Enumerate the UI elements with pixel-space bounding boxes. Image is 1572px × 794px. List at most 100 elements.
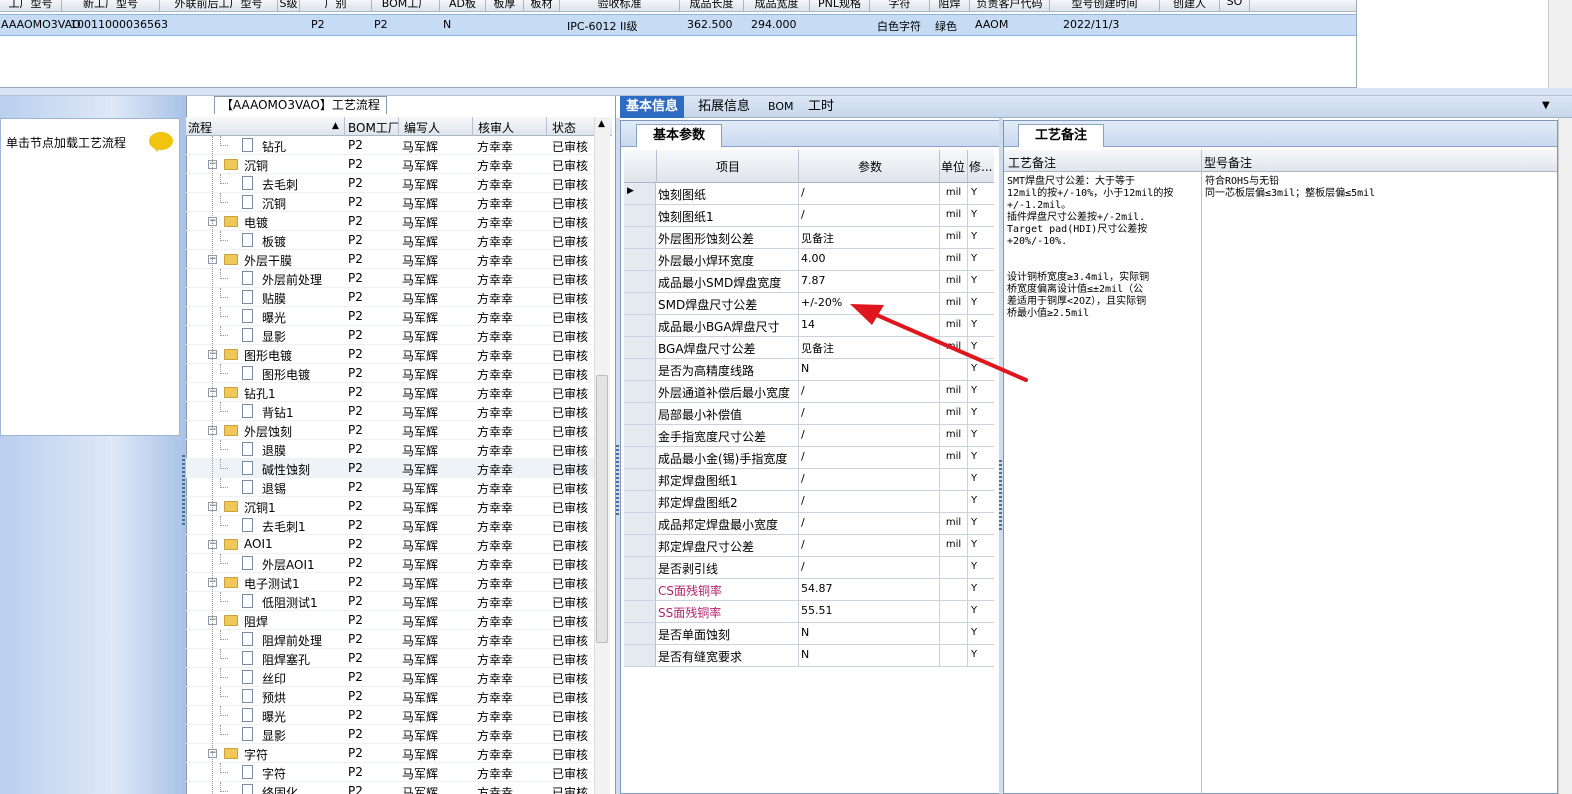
tab-basic-info[interactable]: 基本信息 <box>620 96 685 118</box>
tree-row[interactable]: 字符 P2 马军辉 方幸幸 已审核 <box>186 763 594 782</box>
param-row[interactable]: BGA焊盘尺寸公差 见备注 mil Y <box>624 337 994 359</box>
top-grid-column-header[interactable]: 新工厂型号 <box>62 0 160 11</box>
param-value-field[interactable]: / <box>798 183 939 204</box>
top-grid-column-header[interactable]: 验收标准 <box>560 0 680 11</box>
col-author[interactable]: 编写人 <box>404 119 440 136</box>
tree-row[interactable]: 外层AOI1 P2 马军辉 方幸幸 已审核 <box>186 554 594 573</box>
tree-row[interactable]: − 钻孔1 P2 马军辉 方幸幸 已审核 <box>186 383 594 402</box>
param-value-field[interactable]: / <box>798 403 939 424</box>
top-grid-column-header[interactable]: S级 <box>278 0 300 11</box>
tree-row[interactable]: 曝光 P2 马军辉 方幸幸 已审核 <box>186 706 594 725</box>
tree-row[interactable]: 碱性蚀刻 P2 马军辉 方幸幸 已审核 <box>186 459 594 478</box>
param-row[interactable]: 成品最小SMD焊盘宽度 7.87 mil Y <box>624 271 994 293</box>
param-row[interactable]: 是否单面蚀刻 N Y <box>624 623 994 645</box>
top-grid-column-header[interactable]: 创建人 <box>1160 0 1220 11</box>
tab-bom[interactable]: BOM <box>762 96 800 118</box>
tab-work-hours[interactable]: 工时 <box>802 96 840 118</box>
top-grid-column-header[interactable]: 阻焊 <box>930 0 970 11</box>
horizontal-splitter[interactable] <box>0 88 1572 96</box>
tree-row[interactable]: 阻焊前处理 P2 马军辉 方幸幸 已审核 <box>186 630 594 649</box>
param-row[interactable]: 邦定焊盘尺寸公差 / mil Y <box>624 535 994 557</box>
splitter-grip-icon[interactable] <box>999 460 1002 530</box>
param-row[interactable]: 外层图形蚀刻公差 见备注 mil Y <box>624 227 994 249</box>
param-value-field[interactable]: 见备注 <box>798 227 939 248</box>
tree-row[interactable]: 板镀 P2 马军辉 方幸幸 已审核 <box>186 231 594 250</box>
tree-row[interactable]: − 外层蚀刻 P2 马军辉 方幸幸 已审核 <box>186 421 594 440</box>
param-row[interactable]: 是否剥引线 / Y <box>624 557 994 579</box>
param-value-field[interactable]: 见备注 <box>798 337 939 358</box>
top-grid-column-header[interactable]: 板厚 <box>486 0 524 11</box>
splitter-grip-icon[interactable] <box>616 445 619 515</box>
tree-scroll-thumb[interactable] <box>596 375 608 643</box>
tree-row[interactable]: 显影 P2 马军辉 方幸幸 已审核 <box>186 725 594 744</box>
param-value-field[interactable]: / <box>798 205 939 226</box>
model-note-text[interactable]: 符合ROHS与无铅 同一芯板层偏≤3mil；整板层偏≤5mil <box>1205 176 1550 200</box>
param-row[interactable]: 外层通道补偿后最小宽度 / mil Y <box>624 381 994 403</box>
tree-row[interactable]: 去毛刺1 P2 马军辉 方幸幸 已审核 <box>186 516 594 535</box>
param-row[interactable]: 蚀刻图纸1 /mil Y <box>624 205 994 227</box>
tree-row[interactable]: 阻焊塞孔 P2 马军辉 方幸幸 已审核 <box>186 649 594 668</box>
right-scrollbar[interactable] <box>1558 118 1572 794</box>
param-row[interactable]: 成品最小BGA焊盘尺寸 14 mil Y <box>624 315 994 337</box>
top-grid-column-header[interactable]: 工厂型号 <box>0 0 62 11</box>
param-value-field[interactable]: 4.00 <box>798 249 939 270</box>
top-scrollbar[interactable] <box>1548 0 1572 88</box>
param-value-field[interactable]: 7.87 <box>798 271 939 292</box>
chevron-down-icon[interactable]: ▼ <box>1542 100 1550 111</box>
param-row[interactable]: 邦定焊盘图纸1 / Y <box>624 469 994 491</box>
top-grid-column-header[interactable]: SO <box>1220 0 1250 11</box>
top-grid-column-header[interactable]: 外联前后工厂型号 <box>160 0 278 11</box>
param-row[interactable]: SS面残铜率 55.51 Y <box>624 601 994 623</box>
col-unit[interactable]: 单位 <box>941 158 965 175</box>
top-grid-column-header[interactable]: AD板 <box>440 0 486 11</box>
tree-row[interactable]: 丝印 P2 马军辉 方幸幸 已审核 <box>186 668 594 687</box>
param-row[interactable]: 局部最小补偿值 / mil Y <box>624 403 994 425</box>
param-row[interactable]: CS面残铜率 54.87 Y <box>624 579 994 601</box>
tree-row[interactable]: 背钻1 P2 马军辉 方幸幸 已审核 <box>186 402 594 421</box>
top-grid-column-header[interactable]: 负责客户代码 <box>970 0 1050 11</box>
param-row[interactable]: ▶ 蚀刻图纸 / mil Y <box>624 183 994 205</box>
col-reviewer[interactable]: 核审人 <box>478 119 514 136</box>
col-mod[interactable]: 修... <box>969 158 992 175</box>
param-value-field[interactable]: / <box>798 557 939 578</box>
scroll-up-icon[interactable]: ▲ <box>598 119 605 129</box>
table-row[interactable]: AAAOMO3VAO 10011000036563 P2 P2 N IPC-60… <box>0 14 1356 36</box>
param-row[interactable]: 是否为高精度线路 N Y <box>624 359 994 381</box>
param-row[interactable]: 邦定焊盘图纸2 / Y <box>624 491 994 513</box>
param-value-field[interactable]: / <box>798 447 939 468</box>
tree-row[interactable]: − 沉铜1 P2 马军辉 方幸幸 已审核 <box>186 497 594 516</box>
tree-row[interactable]: 钻孔 P2 马军辉 方幸幸 已审核 <box>186 136 594 155</box>
speech-bubble-icon[interactable] <box>149 132 173 152</box>
top-grid-column-header[interactable]: 成品宽度 <box>744 0 810 11</box>
tree-row[interactable]: 沉铜 P2 马军辉 方幸幸 已审核 <box>186 193 594 212</box>
tree-row[interactable]: 退锡 P2 马军辉 方幸幸 已审核 <box>186 478 594 497</box>
tree-row[interactable]: 贴膜 P2 马军辉 方幸幸 已审核 <box>186 288 594 307</box>
param-value-field[interactable]: 55.51 <box>798 601 939 622</box>
tree-row[interactable]: 退膜 P2 马军辉 方幸幸 已审核 <box>186 440 594 459</box>
tree-row[interactable]: − 图形电镀 P2 马军辉 方幸幸 已审核 <box>186 345 594 364</box>
tree-row[interactable]: 外层前处理 P2 马军辉 方幸幸 已审核 <box>186 269 594 288</box>
param-value-field[interactable]: N <box>798 645 939 666</box>
param-value-field[interactable]: 54.87 <box>798 579 939 600</box>
param-value-field[interactable]: / <box>798 491 939 512</box>
col-flow[interactable]: 流程 <box>188 119 212 136</box>
param-row[interactable]: 是否有缝宽要求 N Y <box>624 645 994 667</box>
top-grid-column-header[interactable]: BOM工厂 <box>372 0 440 11</box>
col-bom[interactable]: BOM工厂 <box>348 119 400 136</box>
tree-row[interactable]: − 电子测试1 P2 马军辉 方幸幸 已审核 <box>186 573 594 592</box>
tree-row[interactable]: 去毛刺 P2 马军辉 方幸幸 已审核 <box>186 174 594 193</box>
tree-row[interactable]: − 外层干膜 P2 马军辉 方幸幸 已审核 <box>186 250 594 269</box>
splitter-grip-icon[interactable] <box>182 455 185 525</box>
param-row[interactable]: 成品最小金(锡)手指宽度 / mil Y <box>624 447 994 469</box>
tree-row[interactable]: − 字符 P2 马军辉 方幸幸 已审核 <box>186 744 594 763</box>
param-value-field[interactable]: N <box>798 359 939 380</box>
param-value-field[interactable]: / <box>798 513 939 534</box>
param-row[interactable]: SMD焊盘尺寸公差 +/-20% mil Y <box>624 293 994 315</box>
col-item[interactable]: 项目 <box>716 158 740 175</box>
tree-row[interactable]: 预烘 P2 马军辉 方幸幸 已审核 <box>186 687 594 706</box>
tree-row[interactable]: − 阻焊 P2 马军辉 方幸幸 已审核 <box>186 611 594 630</box>
top-grid-column-header[interactable]: 厂别 <box>300 0 372 11</box>
top-grid-column-header[interactable]: 板材 <box>524 0 560 11</box>
col-status[interactable]: 状态 <box>552 119 576 136</box>
tree-row[interactable]: − 沉铜 P2 马军辉 方幸幸 已审核 <box>186 155 594 174</box>
